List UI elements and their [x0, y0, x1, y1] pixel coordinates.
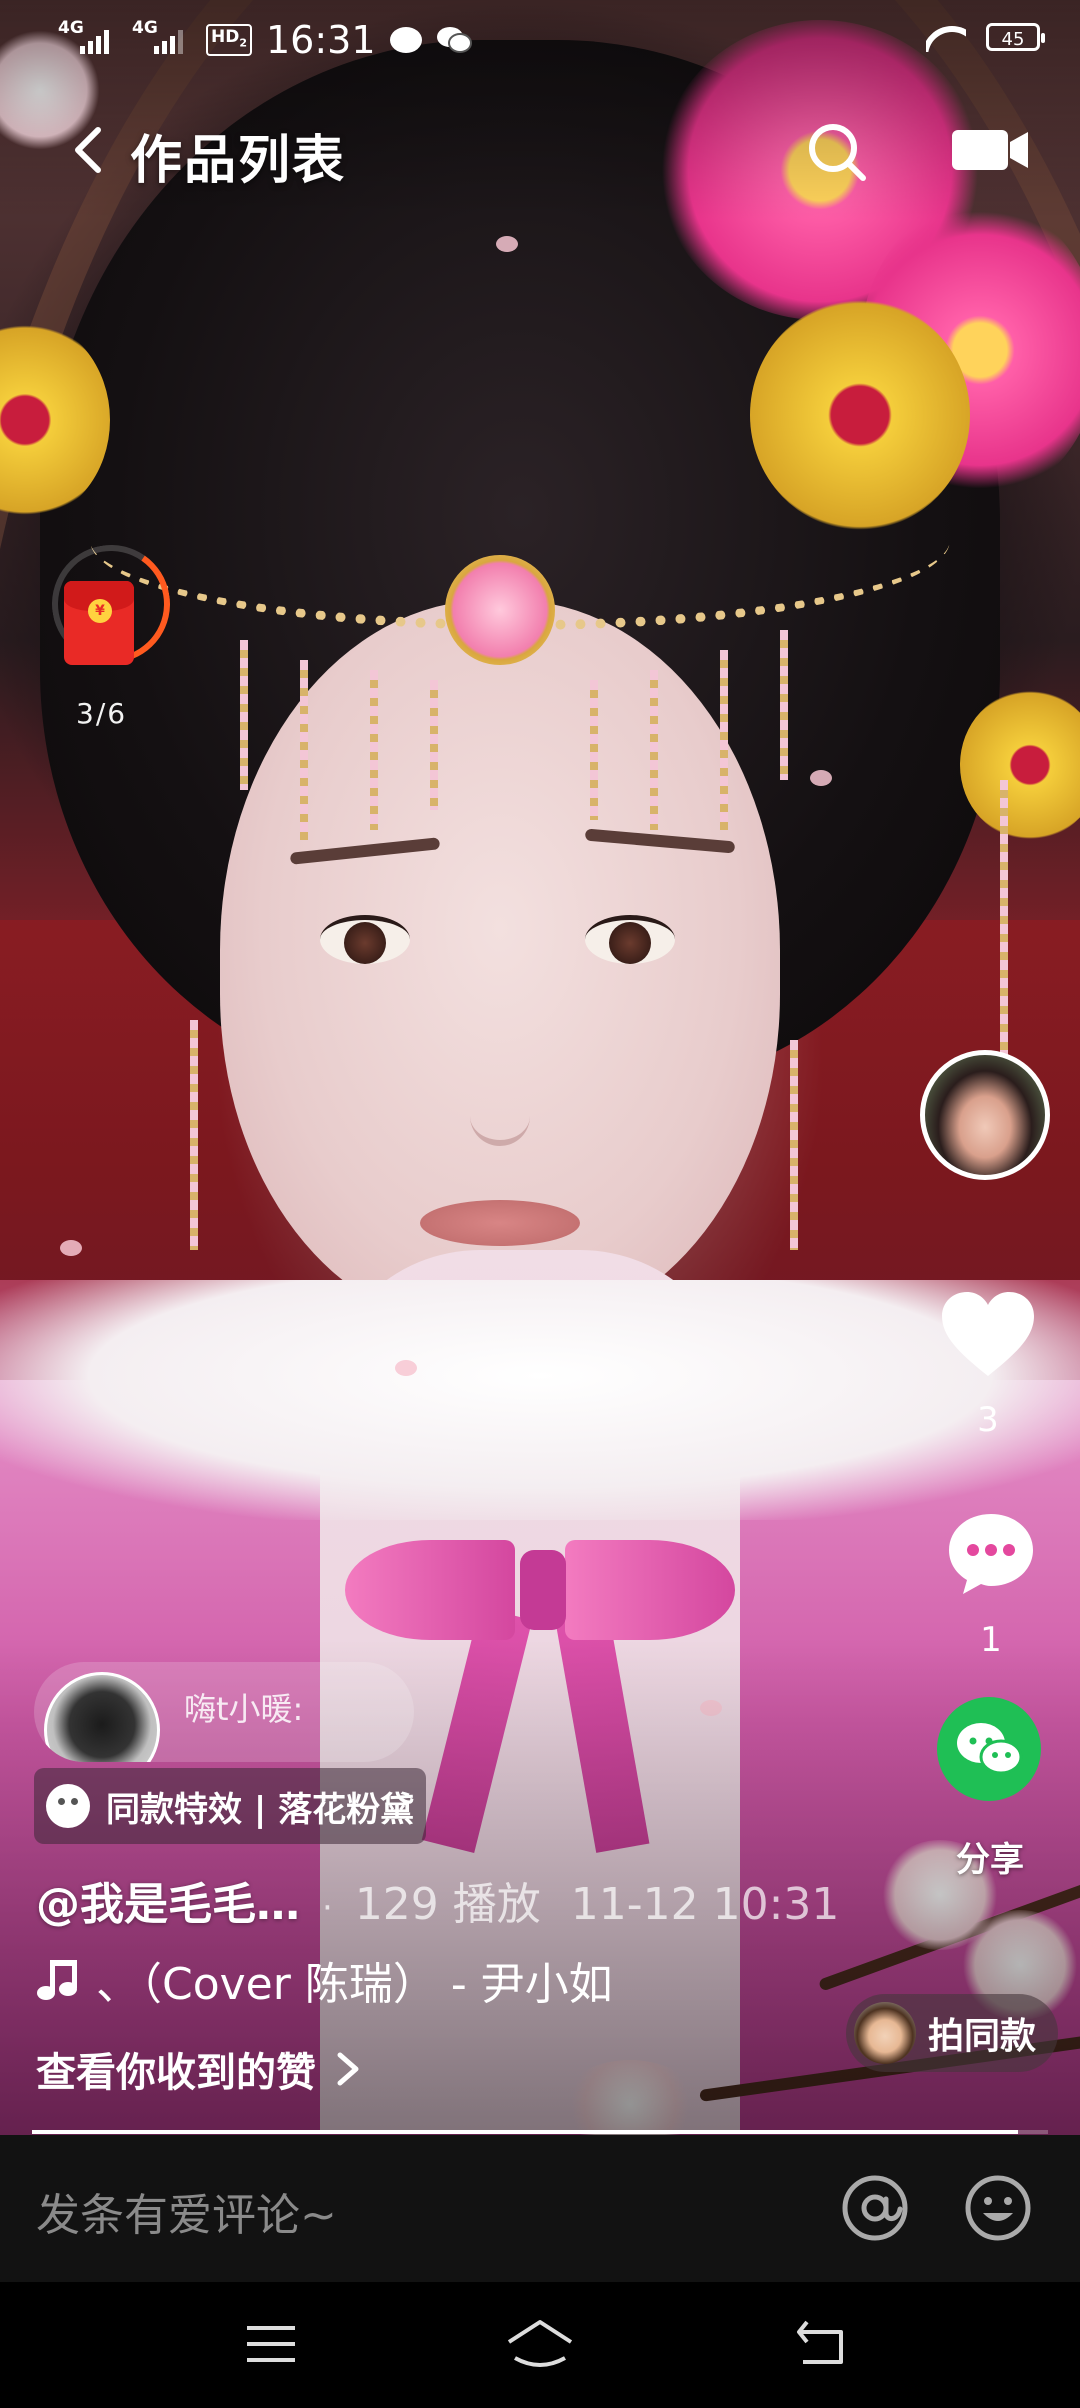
- comment-icon[interactable]: [945, 1510, 1037, 1596]
- battery-icon: 45: [986, 23, 1045, 51]
- same-avatar: [854, 2002, 916, 2064]
- search-icon[interactable]: [805, 120, 869, 184]
- emoji-icon[interactable]: [963, 2173, 1033, 2243]
- camera-icon[interactable]: [950, 124, 1030, 176]
- hd-sub: 2: [239, 36, 247, 50]
- comment-preview[interactable]: 嗨t小暖:: [34, 1662, 414, 1762]
- at-icon[interactable]: [840, 2173, 910, 2243]
- wechat-icon: [957, 1723, 1023, 1775]
- forehead-jewel: [445, 555, 555, 665]
- status-bar: 4G 4G HD2 16:31 45: [0, 0, 1080, 80]
- tassel: [720, 650, 728, 830]
- face-effect-icon: [46, 1784, 90, 1828]
- hd-label: HD: [211, 26, 240, 47]
- top-header: 作品列表: [0, 100, 1080, 200]
- post-date: 11-12 10:31: [570, 1879, 840, 1930]
- battery-level: 45: [1001, 29, 1025, 50]
- signal-icon: 4G: [132, 18, 192, 60]
- share-button[interactable]: [937, 1697, 1041, 1801]
- tassel: [650, 670, 658, 830]
- tassel: [780, 630, 788, 780]
- tassel: [370, 670, 378, 830]
- message-icon: [389, 27, 422, 53]
- comment-input[interactable]: 发条有爱评论~: [36, 2179, 337, 2243]
- eye: [320, 915, 410, 964]
- video-meta: @我是毛毛… · 129 播放 11-12 10:31: [36, 1868, 839, 1932]
- petal: [395, 1360, 417, 1376]
- share-label: 分享: [956, 1840, 1024, 1880]
- red-envelope-icon: ¥: [64, 581, 134, 665]
- coin-symbol: ¥: [88, 599, 112, 623]
- effect-label: 同款特效 | 落花粉黛: [106, 1789, 415, 1830]
- heart-icon[interactable]: [938, 1290, 1038, 1380]
- chevron-left-icon[interactable]: [62, 122, 118, 178]
- petal: [810, 770, 832, 786]
- author-name[interactable]: @我是毛毛…: [36, 1868, 300, 1932]
- same-button-label: 拍同款: [928, 2016, 1037, 2057]
- shoot-same-button[interactable]: 拍同款: [846, 1994, 1058, 2072]
- fur-collar: [0, 1280, 1080, 1520]
- effect-chip[interactable]: 同款特效 | 落花粉黛: [34, 1768, 427, 1844]
- view-likes-link[interactable]: 查看你收到的赞: [36, 2040, 366, 2098]
- nose: [470, 1020, 530, 1146]
- music-title: 、（Cover 陈瑞） - 尹小如: [96, 1959, 613, 2010]
- play-count: 129 播放: [354, 1879, 541, 1930]
- back-icon[interactable]: [793, 2316, 853, 2372]
- eye: [585, 915, 675, 964]
- music-note-icon: [37, 1960, 77, 2000]
- petal: [496, 236, 518, 252]
- wifi-icon: [926, 22, 966, 52]
- signal-icon: 4G: [58, 18, 118, 60]
- menu-icon[interactable]: [241, 2316, 301, 2372]
- hd-voice-icon: HD2: [206, 23, 252, 57]
- tassel: [240, 640, 248, 790]
- tassel: [590, 680, 598, 820]
- page-title: 作品列表: [130, 131, 347, 191]
- playback-progress[interactable]: [32, 2130, 1048, 2134]
- music-info[interactable]: 、（Cover 陈瑞） - 尹小如: [36, 1948, 613, 2012]
- commenter-name: 嗨t小暖:: [184, 1690, 304, 1728]
- petal: [60, 1240, 82, 1256]
- tassel: [190, 1020, 198, 1250]
- tassel: [790, 1040, 798, 1250]
- author-avatar[interactable]: [920, 1050, 1050, 1180]
- comment-count: 1: [980, 1620, 1002, 1660]
- clock: 16:31: [266, 18, 376, 62]
- separator: ·: [322, 1888, 333, 1928]
- tassel: [300, 660, 308, 840]
- commenter-avatar: [44, 1672, 160, 1762]
- likes-link-label: 查看你收到的赞: [36, 2050, 316, 2096]
- envelope-progress: 3/6: [76, 697, 128, 730]
- red-envelope-widget[interactable]: ¥ 3/6: [42, 535, 180, 730]
- like-count: 3: [977, 1400, 999, 1440]
- comment-input-bar: 发条有爱评论~: [0, 2135, 1080, 2282]
- tassel: [430, 680, 438, 810]
- bow-knot: [520, 1550, 566, 1630]
- chevron-right-icon: [337, 2052, 359, 2086]
- wechat-icon: [436, 27, 472, 53]
- system-nav-bar: [0, 2282, 1080, 2408]
- home-icon[interactable]: [505, 2316, 575, 2372]
- playback-progress-fill: [32, 2130, 1018, 2134]
- lips: [420, 1200, 580, 1246]
